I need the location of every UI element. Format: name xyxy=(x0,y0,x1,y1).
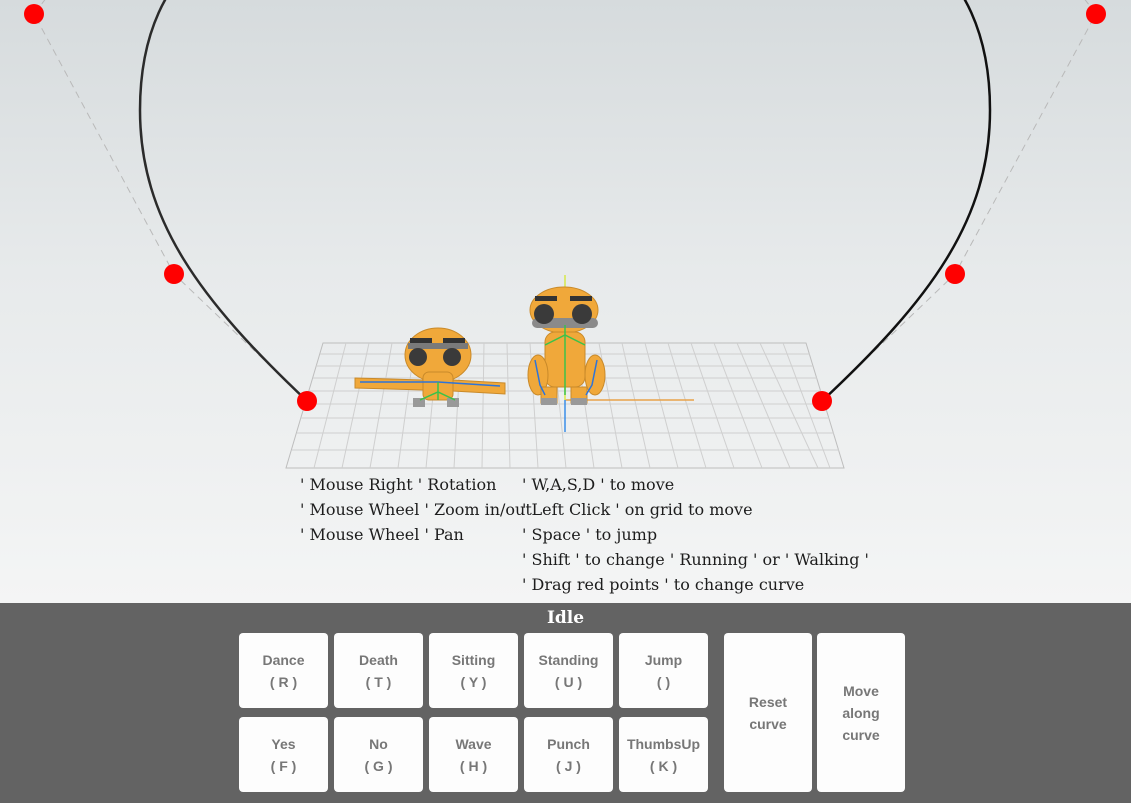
jump-button[interactable]: Jump ( ) xyxy=(619,633,708,708)
no-button[interactable]: No ( G ) xyxy=(334,717,423,792)
button-key: ( R ) xyxy=(269,673,298,690)
button-key: ( Y ) xyxy=(460,673,487,690)
button-label: Move xyxy=(843,682,879,699)
button-key: ( U ) xyxy=(554,673,583,690)
button-label: Jump xyxy=(644,651,683,668)
character-tpose[interactable] xyxy=(354,327,506,407)
button-label: Dance xyxy=(262,651,305,668)
button-label: curve xyxy=(842,726,880,743)
button-key: ( T ) xyxy=(365,673,392,690)
button-label: along xyxy=(842,704,880,721)
wave-button[interactable]: Wave ( H ) xyxy=(429,717,518,792)
button-label: Sitting xyxy=(451,651,496,668)
control-point[interactable] xyxy=(1086,4,1106,24)
button-key: ( ) xyxy=(656,673,671,690)
control-point[interactable] xyxy=(24,4,44,24)
path-curve xyxy=(138,0,308,402)
control-point[interactable] xyxy=(297,391,317,411)
help-line: ' W,A,S,D ' to move xyxy=(522,475,675,494)
button-label: Standing xyxy=(538,651,599,668)
help-line: ' Left Click ' on grid to move xyxy=(522,500,753,519)
button-label: Reset xyxy=(748,693,788,710)
standing-button[interactable]: Standing ( U ) xyxy=(524,633,613,708)
sitting-button[interactable]: Sitting ( Y ) xyxy=(429,633,518,708)
button-key: ( G ) xyxy=(364,757,393,774)
control-point[interactable] xyxy=(945,264,965,284)
punch-button[interactable]: Punch ( J ) xyxy=(524,717,613,792)
help-line: ' Drag red points ' to change curve xyxy=(522,575,805,594)
help-line: ' Shift ' to change ' Running ' or ' Wal… xyxy=(522,550,869,569)
controls-help-left: ' Mouse Right ' Rotation ' Mouse Wheel '… xyxy=(300,472,532,547)
animation-panel: Idle Dance ( R ) Death ( T ) Sitting ( Y… xyxy=(0,603,1131,803)
3d-viewport[interactable]: ' Mouse Right ' Rotation ' Mouse Wheel '… xyxy=(0,0,1131,603)
death-button[interactable]: Death ( T ) xyxy=(334,633,423,708)
button-label: Death xyxy=(359,651,398,668)
button-label: No xyxy=(369,735,388,752)
path-curve-right xyxy=(821,0,992,402)
animation-state-label: Idle xyxy=(546,608,585,628)
control-point[interactable] xyxy=(812,391,832,411)
button-key: ( K ) xyxy=(649,757,678,774)
button-key: ( H ) xyxy=(459,757,488,774)
reset-curve-button[interactable]: Reset curve xyxy=(724,633,812,792)
button-label: Wave xyxy=(455,735,492,752)
button-label: Punch xyxy=(547,735,590,752)
button-label: curve xyxy=(749,715,787,732)
control-point[interactable] xyxy=(164,264,184,284)
help-line: ' Space ' to jump xyxy=(522,525,658,544)
button-key: ( F ) xyxy=(270,757,297,774)
help-line: ' Mouse Wheel ' Pan xyxy=(300,525,464,544)
button-label: Yes xyxy=(271,735,296,752)
character-idle[interactable] xyxy=(527,286,606,405)
dance-button[interactable]: Dance ( R ) xyxy=(239,633,328,708)
help-line: ' Mouse Wheel ' Zoom in/out xyxy=(300,500,532,519)
move-along-curve-button[interactable]: Move along curve xyxy=(817,633,905,792)
help-line: ' Mouse Right ' Rotation xyxy=(300,475,497,494)
button-key: ( J ) xyxy=(556,757,581,774)
controls-help-right: ' W,A,S,D ' to move ' Left Click ' on gr… xyxy=(522,472,869,597)
thumbsup-button[interactable]: ThumbsUp ( K ) xyxy=(619,717,708,792)
yes-button[interactable]: Yes ( F ) xyxy=(239,717,328,792)
button-label: ThumbsUp xyxy=(626,735,701,752)
